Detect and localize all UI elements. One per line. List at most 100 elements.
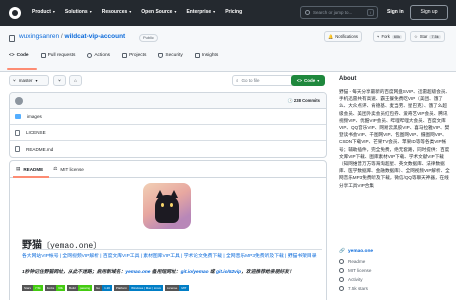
repo-tabs: <> Code Pull requests Actions Projects Se… [9,53,218,58]
search-icon [305,10,310,15]
go-to-file-input[interactable]: ⌕ Go to file [232,75,294,86]
law-icon [339,268,344,273]
shield-badge[interactable]: License MIT [164,285,189,291]
shield-badge[interactable]: Go 1.20 [94,285,112,291]
file-name[interactable]: README.md [26,147,53,152]
shield-badge[interactable]: Platform Windows | Mac | Linux [113,285,163,291]
code-icon: <> [296,78,302,83]
chevron-down-icon: ▾ [129,9,132,14]
heading-divider [22,249,322,250]
shield-badge[interactable]: Stars 7.5k [22,285,43,291]
about-heading: About [339,76,357,82]
chevron-down-icon: ▾ [174,9,177,14]
nav-menu: Product ▾ Solutions ▾ Resources ▾ Open Sour… [32,9,242,15]
fork-label: Fork [381,34,390,39]
nav-item-enterprise[interactable]: Enterprise ▾ [186,9,215,15]
repo-owner-link[interactable]: wuxingsanren [19,33,59,40]
repo-title: wuxingsanren / wildcat-vip-account [19,33,125,40]
nav-item-product[interactable]: Product ▾ [32,9,55,15]
website-link[interactable]: 🔗 yemao.one [339,249,373,254]
code-icon: <> [9,53,15,58]
repo-name-link[interactable]: wildcat-vip-account [65,33,126,40]
pull-request-icon [40,53,46,58]
file-list: 🕓 238 Commits images LICENSE README.md [9,92,327,158]
short-link-2[interactable]: git.io/52vip [216,270,241,275]
license-link[interactable]: MIT license [339,268,371,273]
file-icon [15,129,20,136]
top-nav: Product ▾ Solutions ▾ Resources ▾ Open Sour… [0,0,456,26]
wildcat-logo-image [143,183,191,229]
branch-name: master [18,78,33,83]
fork-button[interactable]: ⑂ Fork 60k [373,31,407,42]
about-description: 野猫 - 每天分享最新的百度网盘SVIP、迅雷超级会员、手机迅雷共有高速、霸王餐… [339,89,451,188]
notifications-button[interactable]: 🔔 Notifications [324,31,363,42]
github-logo-icon[interactable] [9,7,21,19]
star-button[interactable]: ☆ Star 7.5k [410,31,445,42]
readme-link[interactable]: Readme [339,259,365,264]
chevron-down-icon: ▾ [317,78,320,83]
readme-notice: 1秒钟记住野猫网址，从此不迷路；启用新域名：yemao.one 备用短网址：gi… [22,270,294,275]
fork-count: 60k [391,34,403,39]
readme-tabs: ▤ README ⚖ MIT license [10,161,326,178]
tab-actions[interactable]: Actions [87,53,110,58]
file-row[interactable]: LICENSE [10,125,326,141]
shield-icon [158,53,164,58]
code-button-label: Code [304,78,316,83]
commits-link[interactable]: 🕓 238 Commits [288,98,320,104]
link-icon: 🔗 [339,249,345,254]
readme-panel: ▤ README ⚖ MIT license 野猫〔yemao.one〕 各大网站V… [9,160,327,300]
chevron-down-icon: ▾ [52,9,55,14]
visibility-badge: Public [139,34,158,42]
tags-button[interactable]: ⌂ [69,75,82,86]
short-link-1[interactable]: git.io/yemao [181,270,209,275]
star-icon [339,286,344,291]
repo-icon [9,35,15,42]
shield-badge[interactable]: Forks 60k [44,285,66,291]
sign-up-button[interactable]: Sign up [410,5,448,20]
table-icon [122,53,128,58]
graph-icon [194,53,200,58]
domain-link[interactable]: yemao.one [125,270,150,275]
law-icon: ⚖ [53,166,58,171]
play-icon [87,53,93,58]
book-icon: ▤ [16,166,21,171]
tag-icon: ⌂ [74,78,77,83]
file-name[interactable]: images [27,114,42,119]
shield-badges: Stars 7.5k Forks 60k Build passing Go 1.20 P… [22,285,189,291]
tab-projects[interactable]: Projects [122,53,146,58]
tab-readme[interactable]: ▤ README [16,166,43,172]
fork-icon: ⑂ [377,34,380,39]
file-name[interactable]: LICENSE [26,130,46,135]
chevron-down-icon: ▾ [213,9,216,14]
nav-item-resources[interactable]: Resources ▾ [102,9,132,15]
avatar[interactable] [15,97,23,105]
active-tab-underline [7,68,37,70]
book-icon [339,259,344,264]
file-row[interactable]: README.md [10,141,326,157]
activity-link[interactable]: Activity [339,277,363,282]
code-button[interactable]: <> Code ▾ [291,75,325,86]
tab-insights[interactable]: Insights [194,53,218,58]
tab-code[interactable]: <> Code [9,53,29,58]
search-shortcut-key: / [367,9,374,16]
tab-license[interactable]: ⚖ MIT license [53,166,84,172]
file-row[interactable]: images [10,109,326,125]
search-input[interactable]: Search or jump to... / [300,6,378,19]
nav-item-open-source[interactable]: Open Source ▾ [141,9,176,15]
nav-item-solutions[interactable]: Solutions ▾ [65,9,92,15]
chevron-down-icon: ▾ [89,9,92,14]
shield-badge[interactable]: Build passing [67,285,93,291]
tab-pull-requests[interactable]: Pull requests [40,53,75,58]
stars-link[interactable]: 7.5k stars [339,286,368,291]
branches-button[interactable]: ⑂ [53,75,66,86]
bell-icon: 🔔 [328,33,334,39]
nav-item-pricing[interactable]: Pricing [225,9,242,15]
star-count: 7.5k [429,34,441,39]
chevron-down-icon: ▾ [35,78,38,83]
sign-in-link[interactable]: Sign in [387,9,404,15]
star-label: Star [419,34,428,39]
readme-links[interactable]: 各大网站VIP帐号 | 全网视频VIP解析 | 百度文库VIP工具 | 素材图库… [22,253,322,260]
tab-security[interactable]: Security [158,53,183,58]
branch-select[interactable]: ⑂ master ▾ [9,75,49,86]
search-placeholder: Search or jump to... [313,10,353,15]
